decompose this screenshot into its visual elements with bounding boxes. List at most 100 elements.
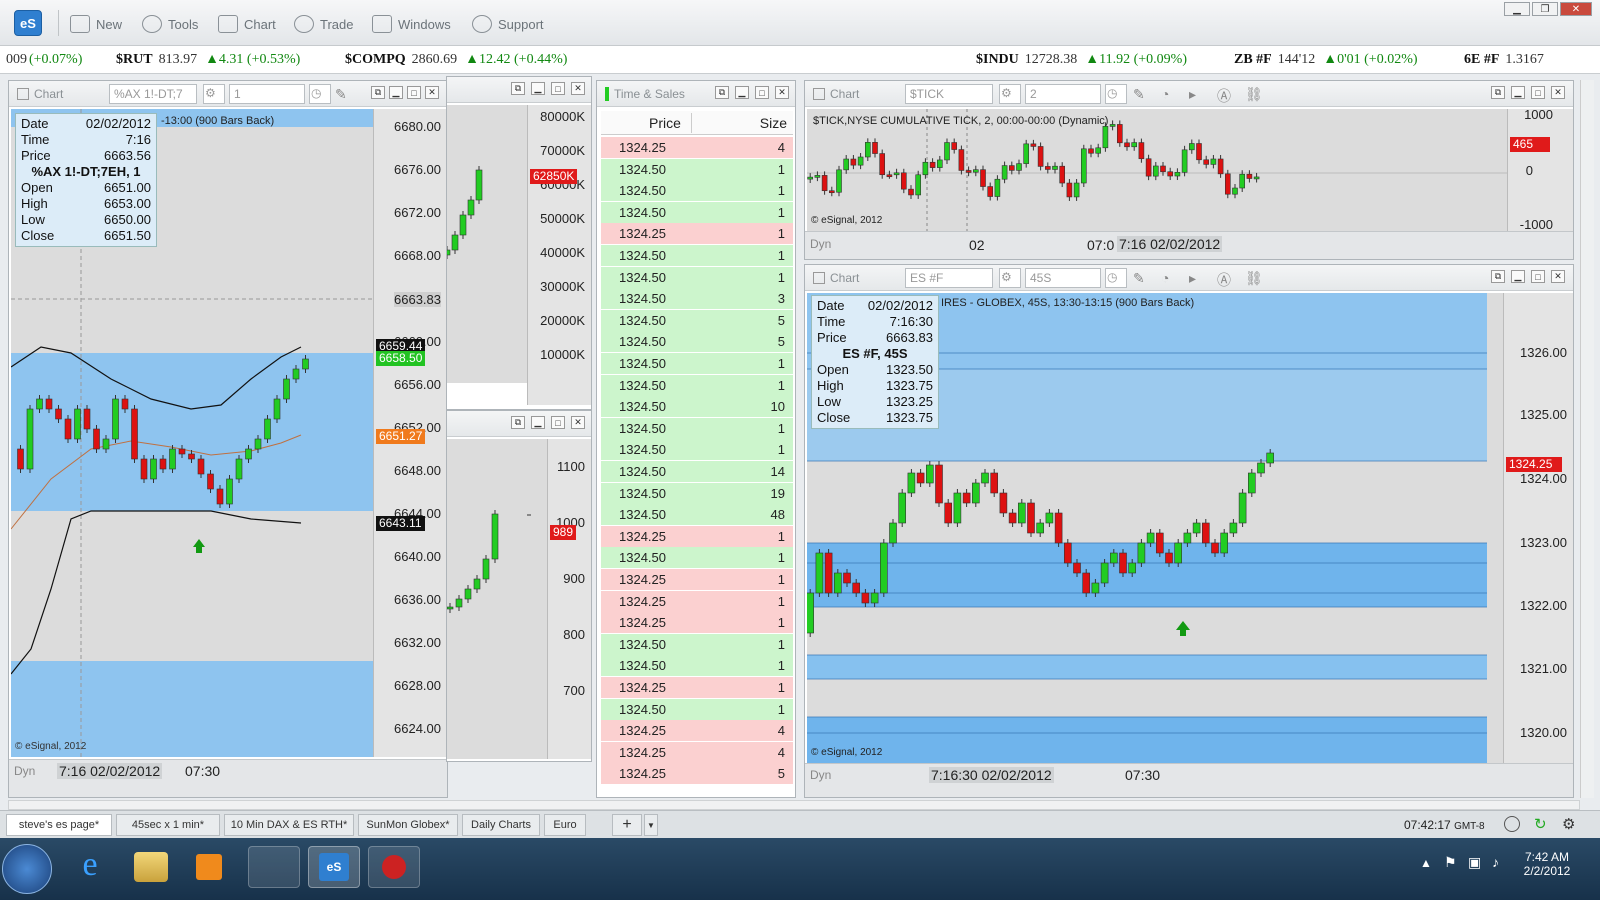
ts-row[interactable]: 1324.50 3 <box>601 288 793 310</box>
clock-icon[interactable]: ◷ <box>1105 84 1127 104</box>
chart-window-es[interactable]: Chart ES #F ⚙ 45S ◷ ✎ ◔ ▸ Ⓐ ⛓ ⧉ ▁ □ ✕ IR… <box>804 264 1574 798</box>
price-plot[interactable]: -13:00 (900 Bars Back) Date 02/02/2012 Ti… <box>11 109 373 757</box>
chart-window-third[interactable]: ⧉ ▁ □ ✕ 1100 1000 900 800 700 989 <box>446 410 592 762</box>
ts-row[interactable]: 1324.25 1 <box>601 569 793 590</box>
alert-icon[interactable]: Ⓐ <box>1217 86 1231 106</box>
ts-row[interactable]: 1324.50 1 <box>601 374 793 396</box>
maximize-panel-button[interactable]: □ <box>551 416 565 429</box>
windows-button[interactable]: Windows <box>372 14 451 34</box>
settings-icon[interactable]: ⚙ <box>999 268 1021 288</box>
close-panel-button[interactable]: ✕ <box>571 82 585 95</box>
ts-row[interactable]: 1324.25 1 <box>601 590 793 612</box>
maximize-panel-button[interactable]: □ <box>1531 270 1545 283</box>
close-panel-button[interactable]: ✕ <box>1551 270 1565 283</box>
ts-row[interactable]: 1324.25 1 <box>601 612 793 634</box>
ts-row[interactable]: 1324.50 1 <box>601 245 793 266</box>
horizontal-scrollbar[interactable] <box>8 800 1580 810</box>
clock-status-icon[interactable] <box>1504 816 1520 832</box>
ts-row[interactable]: 1324.25 1 <box>601 525 793 547</box>
tab-sunmon-globex[interactable]: SunMon Globex* <box>358 814 458 836</box>
tab-45sec[interactable]: 45sec x 1 min* <box>116 814 220 836</box>
media-player-icon[interactable] <box>196 854 222 880</box>
link-window-icon[interactable]: ⧉ <box>715 86 729 99</box>
trade-button[interactable]: Trade <box>294 14 353 34</box>
ticker-item[interactable]: $RUT 813.97 ▲4.31 (+0.53%) <box>116 52 300 68</box>
volume-plot[interactable] <box>443 105 527 383</box>
ts-rows[interactable]: 1324.25 4 1324.50 1 1324.50 1 1324.50 1 1324.25 1… <box>601 137 793 797</box>
time-axis[interactable]: Dyn 7:16 02/02/2012 07:30 <box>9 759 447 797</box>
interval-input[interactable]: 45S <box>1025 268 1101 288</box>
esignal-logo[interactable]: eS <box>14 10 42 36</box>
tab-10min-dax[interactable]: 10 Min DAX & ES RTH* <box>224 814 354 836</box>
ts-row[interactable]: 1324.50 1 <box>601 180 793 202</box>
ts-row[interactable]: 1324.25 4 <box>601 137 793 158</box>
esignal-taskbar-icon[interactable]: eS <box>308 846 360 888</box>
price-axis[interactable]: 6680.00 6676.00 6672.00 6668.00 6663.83 … <box>373 109 447 757</box>
ts-row[interactable]: 1324.25 4 <box>601 720 793 742</box>
restore-window-button[interactable]: ❐ <box>1532 2 1558 16</box>
dyn-label[interactable]: Dyn <box>14 764 35 778</box>
internet-explorer-icon[interactable]: e <box>64 846 116 888</box>
minimize-panel-button[interactable]: ▁ <box>531 82 545 95</box>
settings-icon[interactable]: ⚙ <box>999 84 1021 104</box>
ts-row[interactable]: 1324.50 1 <box>601 201 793 223</box>
link-window-icon[interactable]: ⧉ <box>371 86 385 99</box>
ticker-item[interactable]: 009 (+0.07%) <box>6 52 82 68</box>
play-icon[interactable]: ▸ <box>1189 270 1196 287</box>
maximize-panel-button[interactable]: □ <box>551 82 565 95</box>
remote-desktop-icon[interactable] <box>248 846 300 888</box>
settings-status-icon[interactable]: ⚙ <box>1562 815 1575 833</box>
volume-icon[interactable]: ♪ <box>1492 854 1499 870</box>
dyn-label[interactable]: Dyn <box>810 768 831 782</box>
new-button[interactable]: New <box>70 14 122 34</box>
clock-icon[interactable]: ◷ <box>1105 268 1127 288</box>
app-taskbar-icon[interactable] <box>368 846 420 888</box>
link-window-icon[interactable]: ⧉ <box>1491 270 1505 283</box>
ts-row[interactable]: 1324.50 14 <box>601 461 793 482</box>
ticker-item[interactable]: $COMPQ 2860.69 ▲12.42 (+0.44%) <box>345 52 567 68</box>
time-and-sales-window[interactable]: Time & Sales ⧉ ▁ □ ✕ Price Size 1324.25 4… <box>596 80 796 798</box>
ts-row[interactable]: 1324.50 1 <box>601 698 793 720</box>
ticker-item[interactable]: 6E #F 1.3167 <box>1464 52 1544 68</box>
close-panel-button[interactable]: ✕ <box>571 416 585 429</box>
link-window-icon[interactable]: ⧉ <box>1491 86 1505 99</box>
tab-menu-chevron-icon[interactable]: ▼ <box>644 814 658 836</box>
support-button[interactable]: Support <box>472 14 544 34</box>
tick-plot[interactable] <box>446 439 547 759</box>
ts-row[interactable]: 1324.50 1 <box>601 158 793 180</box>
tab-daily-charts[interactable]: Daily Charts <box>462 814 540 836</box>
refresh-icon[interactable]: ↻ <box>1534 815 1547 833</box>
maximize-panel-button[interactable]: □ <box>407 86 421 99</box>
clock-icon[interactable]: ◷ <box>309 84 331 104</box>
close-window-button[interactable]: ✕ <box>1560 2 1592 16</box>
minimize-panel-button[interactable]: ▁ <box>531 416 545 429</box>
minimize-panel-button[interactable]: ▁ <box>389 86 403 99</box>
ts-row[interactable]: 1324.50 1 <box>601 266 793 288</box>
chart-window-secondary[interactable]: ⧉ ▁ □ ✕ 80000K 70000K 60000K 50000K 4000… <box>443 76 592 410</box>
ts-row[interactable]: 1324.50 19 <box>601 482 793 504</box>
symbol-input[interactable]: $TICK <box>905 84 993 104</box>
time-axis[interactable]: Dyn 02 07:0 7:16 02/02/2012 <box>805 231 1573 259</box>
ts-row[interactable]: 1324.50 1 <box>601 439 793 461</box>
ts-row[interactable]: 1324.25 1 <box>601 223 793 245</box>
col-price[interactable]: Price <box>649 115 681 131</box>
price-plot[interactable]: IRES - GLOBEX, 45S, 13:30-13:15 (900 Bar… <box>806 293 1503 763</box>
link-icon[interactable]: ⛓ <box>1245 270 1263 287</box>
ticker-item[interactable]: ZB #F 144'12 ▲0'01 (+0.02%) <box>1234 52 1418 68</box>
indicator-icon[interactable]: ◔ <box>1161 270 1169 286</box>
ts-row[interactable]: 1324.50 1 <box>601 633 793 655</box>
flag-icon[interactable]: ⚑ <box>1444 854 1457 871</box>
link-icon[interactable]: ⛓ <box>1245 86 1263 103</box>
minimize-panel-button[interactable]: ▁ <box>735 86 749 99</box>
volume-axis[interactable]: 80000K 70000K 60000K 50000K 40000K 30000… <box>527 105 591 405</box>
dyn-label[interactable]: Dyn <box>810 237 831 251</box>
minimize-panel-button[interactable]: ▁ <box>1511 270 1525 283</box>
ticker-item[interactable]: $INDU 12728.38 ▲11.92 (+0.09%) <box>976 52 1187 68</box>
tools-button[interactable]: Tools <box>142 14 198 34</box>
ts-row[interactable]: 1324.25 1 <box>601 677 793 698</box>
link-window-icon[interactable]: ⧉ <box>511 82 525 95</box>
symbol-input[interactable]: ES #F <box>905 268 993 288</box>
col-size[interactable]: Size <box>760 115 787 131</box>
add-tab-button[interactable]: + <box>612 814 642 836</box>
ts-row[interactable]: 1324.50 1 <box>601 547 793 569</box>
